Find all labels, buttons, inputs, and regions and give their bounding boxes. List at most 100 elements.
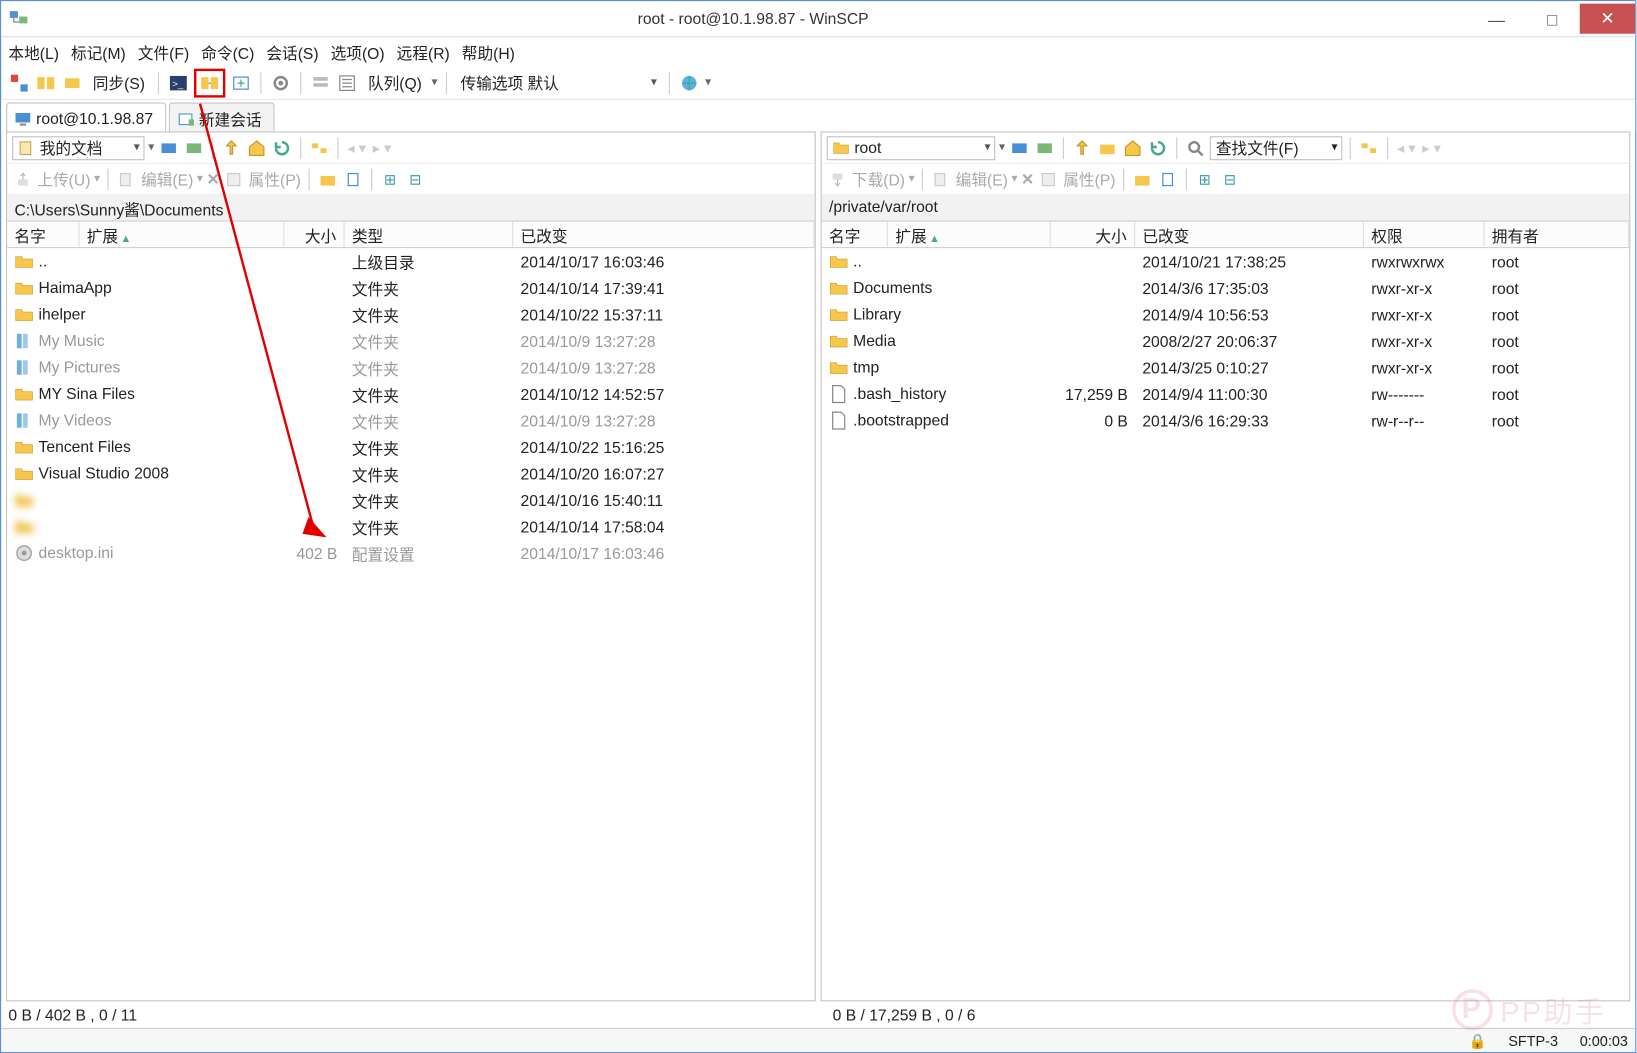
remote-dir-combo[interactable]: root <box>827 136 996 160</box>
settings-icon[interactable] <box>270 72 292 94</box>
compare-icon[interactable] <box>35 72 57 94</box>
sync-dirs-icon[interactable] <box>199 72 221 94</box>
local-up-icon[interactable] <box>221 137 243 159</box>
close-button[interactable]: ✕ <box>1580 4 1635 34</box>
sync-label[interactable]: 同步(S) <box>93 71 145 94</box>
menu-options[interactable]: 选项(O) <box>331 40 385 63</box>
new-file-icon[interactable] <box>342 168 364 190</box>
table-row[interactable]: ..上级目录2014/10/17 16:03:46 <box>7 248 814 275</box>
remote-new-folder-icon[interactable] <box>1131 168 1153 190</box>
local-next-icon: ▸ ▾ <box>371 137 393 159</box>
session-tabs: root@10.1.98.87 新建会话 <box>1 100 1635 131</box>
rcol-owner[interactable]: 拥有者 <box>1485 222 1630 247</box>
table-row[interactable]: desktop.ini402 B配置设置2014/10/17 16:03:46 <box>7 540 814 567</box>
maximize-button[interactable]: □ <box>1524 4 1579 34</box>
remote-refresh-icon[interactable] <box>1147 137 1169 159</box>
sync-browse-icon[interactable] <box>8 72 30 94</box>
highlighted-toolbar-button[interactable] <box>194 68 225 97</box>
globe-icon[interactable] <box>679 72 701 94</box>
main-toolbar: 同步(S) >_ 队列(Q) ▾ 传输选项 默认 ▾ <box>1 66 1635 100</box>
remote-file-list[interactable]: ..2014/10/21 17:38:25rwxrwxrwxrootDocume… <box>822 248 1629 1000</box>
table-row[interactable]: .bash_history17,259 B2014/9/4 11:00:30rw… <box>822 381 1629 408</box>
local-drive-combo[interactable]: 我的文档 <box>12 136 145 160</box>
col-type[interactable]: 类型 <box>345 222 514 247</box>
table-row[interactable]: Media2008/2/27 20:06:37rwxr-xr-xroot <box>822 328 1629 355</box>
menu-mark[interactable]: 标记(M) <box>71 40 126 63</box>
remote-tree-icon[interactable] <box>1358 137 1380 159</box>
queue-label[interactable]: 队列(Q) <box>368 71 422 94</box>
table-row[interactable]: ihelper文件夹2014/10/22 15:37:11 <box>7 301 814 328</box>
menu-local[interactable]: 本地(L) <box>8 40 58 63</box>
table-row[interactable]: 文件夹2014/10/16 15:40:11 <box>7 487 814 514</box>
queue-list-icon[interactable] <box>337 72 359 94</box>
session-tab-new[interactable]: 新建会话 <box>169 102 275 131</box>
props-icon <box>223 168 245 190</box>
local-tree-icon[interactable] <box>309 137 331 159</box>
table-row[interactable]: Library2014/9/4 10:56:53rwxr-xr-xroot <box>822 301 1629 328</box>
transfer-preset[interactable]: 传输选项 默认 <box>456 70 661 94</box>
remote-find-icon[interactable] <box>1185 137 1207 159</box>
rcol-changed[interactable]: 已改变 <box>1135 222 1364 247</box>
col-name[interactable]: 名字 <box>7 222 79 247</box>
menu-file[interactable]: 文件(F) <box>138 40 189 63</box>
sync-icon[interactable] <box>61 72 83 94</box>
table-row[interactable]: MY Sina Files文件夹2014/10/12 14:52:57 <box>7 381 814 408</box>
minimize-button[interactable]: ― <box>1469 4 1524 34</box>
table-row[interactable]: My Videos文件夹2014/10/9 13:27:28 <box>7 407 814 434</box>
remote-up-icon[interactable] <box>1071 137 1093 159</box>
queue-toggle-icon[interactable] <box>310 72 332 94</box>
table-row[interactable]: .bootstrapped0 B2014/3/6 16:29:33rw-r--r… <box>822 407 1629 434</box>
download-icon <box>827 168 849 190</box>
remote-fwd-icon[interactable] <box>1034 137 1056 159</box>
rcol-name[interactable]: 名字 <box>822 222 888 247</box>
local-home-icon[interactable] <box>246 137 268 159</box>
table-row[interactable]: 文件夹2014/10/14 17:58:04 <box>7 513 814 540</box>
remote-root-icon[interactable] <box>1097 137 1119 159</box>
local-headers: 名字 扩展 大小 类型 已改变 <box>7 222 814 249</box>
remote-home-icon[interactable] <box>1122 137 1144 159</box>
rcol-ext[interactable]: 扩展 <box>888 222 1051 247</box>
window-title: root - root@10.1.98.87 - WinSCP <box>37 10 1469 28</box>
bottom-bar: 🔒 SFTP-3 0:00:03 <box>1 1028 1635 1052</box>
table-row[interactable]: Visual Studio 2008文件夹2014/10/20 16:07:27 <box>7 460 814 487</box>
menu-remote[interactable]: 远程(R) <box>397 40 450 63</box>
remote-edit-label: 编辑(E) <box>956 167 1008 190</box>
local-path: C:\Users\Sunny酱\Documents <box>7 195 814 222</box>
col-changed[interactable]: 已改变 <box>513 222 814 247</box>
table-row[interactable]: HaimaApp文件夹2014/10/14 17:39:41 <box>7 275 814 302</box>
plus-select-icon[interactable]: ⊞ <box>379 168 401 190</box>
remote-search[interactable]: 查找文件(F) <box>1210 136 1343 160</box>
table-row[interactable]: Documents2014/3/6 17:35:03rwxr-xr-xroot <box>822 275 1629 302</box>
remote-back-icon[interactable] <box>1009 137 1031 159</box>
session-tab-active[interactable]: root@10.1.98.87 <box>6 102 166 131</box>
table-row[interactable]: My Pictures文件夹2014/10/9 13:27:28 <box>7 354 814 381</box>
col-ext[interactable]: 扩展 <box>80 222 285 247</box>
new-session-icon[interactable] <box>231 72 253 94</box>
edit-label: 编辑(E) <box>141 167 193 190</box>
table-row[interactable]: tmp2014/3/25 0:10:27rwxr-xr-xroot <box>822 354 1629 381</box>
remote-new-file-icon[interactable] <box>1156 168 1178 190</box>
table-row[interactable]: Tencent Files文件夹2014/10/22 15:16:25 <box>7 434 814 461</box>
console-icon[interactable]: >_ <box>168 72 190 94</box>
local-fwd-icon[interactable] <box>183 137 205 159</box>
remote-minus-select-icon[interactable]: ⊟ <box>1219 168 1241 190</box>
menu-session[interactable]: 会话(S) <box>266 40 318 63</box>
table-row[interactable]: My Music文件夹2014/10/9 13:27:28 <box>7 328 814 355</box>
remote-headers: 名字 扩展 大小 已改变 权限 拥有者 <box>822 222 1629 249</box>
status-row: 0 B / 402 B , 0 / 11 0 B / 17,259 B , 0 … <box>1 1001 1635 1028</box>
remote-prev-icon: ◂ ▾ <box>1395 137 1417 159</box>
table-row[interactable]: ..2014/10/21 17:38:25rwxrwxrwxroot <box>822 248 1629 275</box>
new-folder-icon[interactable] <box>317 168 339 190</box>
rcol-rights[interactable]: 权限 <box>1364 222 1485 247</box>
menu-help[interactable]: 帮助(H) <box>462 40 515 63</box>
menu-command[interactable]: 命令(C) <box>201 40 254 63</box>
remote-plus-select-icon[interactable]: ⊞ <box>1194 168 1216 190</box>
col-size[interactable]: 大小 <box>284 222 344 247</box>
local-back-icon[interactable] <box>158 137 180 159</box>
local-file-list[interactable]: ..上级目录2014/10/17 16:03:46HaimaApp文件夹2014… <box>7 248 814 1000</box>
title-bar: root - root@10.1.98.87 - WinSCP ― □ ✕ <box>1 1 1635 37</box>
rcol-size[interactable]: 大小 <box>1051 222 1135 247</box>
new-session-tab-icon <box>177 110 194 127</box>
local-refresh-icon[interactable] <box>271 137 293 159</box>
minus-select-icon[interactable]: ⊟ <box>405 168 427 190</box>
